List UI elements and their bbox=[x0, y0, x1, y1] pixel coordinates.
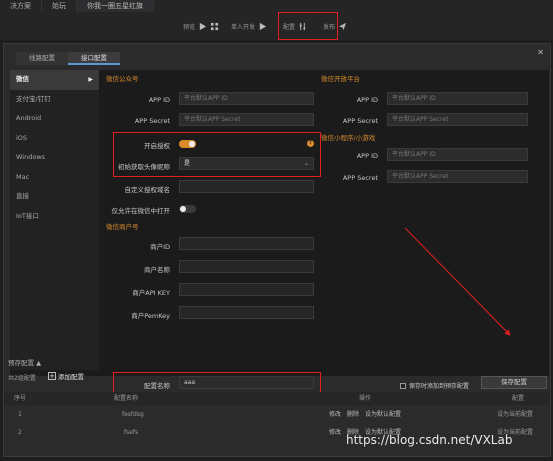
file-tabs: 决方案 始玩 你我一圈五星红旗 bbox=[0, 0, 154, 12]
pem-key-input[interactable] bbox=[179, 306, 314, 319]
sidebar-item-windows[interactable]: Windows bbox=[10, 148, 99, 168]
platform-sidebar: 微信 ▶ 支付宝/钉钉 Android iOS Windows Mac 直接 I… bbox=[10, 70, 99, 370]
add-config-button[interactable]: + 添加配置 bbox=[48, 371, 84, 381]
plus-icon: + bbox=[48, 372, 56, 380]
app-id-label: APP ID bbox=[356, 96, 378, 104]
open-app-secret-input[interactable]: 平台默认APP Secret bbox=[387, 113, 528, 126]
tab-interface-config[interactable]: 接口配置 bbox=[68, 52, 120, 65]
app-secret-input[interactable]: 平台默认APP Secret bbox=[179, 113, 314, 126]
domain-input[interactable] bbox=[179, 180, 314, 193]
merchant-id-label: 商户ID bbox=[150, 243, 170, 251]
tab-route-config[interactable]: 线路配置 bbox=[16, 52, 68, 65]
play-icon bbox=[259, 22, 267, 30]
mini-app-id-input[interactable]: 平台默认APP ID bbox=[387, 148, 528, 161]
col-config: 配置 bbox=[512, 395, 525, 402]
sidebar-item-mac[interactable]: Mac bbox=[10, 168, 99, 188]
sidebar-item-iot[interactable]: IoT接口 bbox=[10, 207, 99, 227]
col-action: 操作 bbox=[359, 395, 372, 402]
api-key-label: 商户API KEY bbox=[132, 289, 170, 297]
app-id-input[interactable]: 平台默认APP ID bbox=[179, 92, 314, 105]
delete-link[interactable]: 删除 bbox=[347, 411, 359, 418]
table-row: 1 fesfdsg 修改 删除 设为默认配置 设为当前配置 bbox=[4, 406, 550, 423]
col-index: 序号 bbox=[14, 395, 27, 402]
set-current-link[interactable]: 设为当前配置 bbox=[497, 406, 533, 423]
file-tab[interactable]: 你我一圈五星红旗 bbox=[77, 0, 154, 12]
row-name: fesfdsg bbox=[122, 411, 144, 418]
preset-count: 共2组配置 bbox=[8, 375, 36, 382]
pem-key-label: 商户PemKey bbox=[131, 312, 170, 320]
only-wechat-toggle[interactable] bbox=[179, 205, 196, 213]
play-icon bbox=[199, 22, 207, 30]
table-header: 序号 配置名称 操作 配置 bbox=[4, 392, 550, 405]
merchant-id-input[interactable] bbox=[179, 237, 314, 250]
wechat-open-form: 微信开放平台 APP ID 平台默认APP ID APP Secret 平台默认… bbox=[318, 70, 548, 190]
sidebar-item-label: 微信 bbox=[16, 75, 29, 83]
row-index: 1 bbox=[18, 411, 22, 418]
auth-highlight-box bbox=[113, 132, 321, 177]
app-secret-label: APP Secret bbox=[342, 117, 378, 125]
section-title: 微信开放平台 bbox=[321, 75, 360, 83]
dialog-tabs: 线路配置 接口配置 bbox=[16, 52, 120, 65]
add-config-label: 添加配置 bbox=[58, 373, 84, 381]
sidebar-item-direct[interactable]: 直接 bbox=[10, 187, 99, 207]
edit-link[interactable]: 修改 bbox=[329, 429, 341, 436]
dialog-content: 微信 ▶ 支付宝/钉钉 Android iOS Windows Mac 直接 I… bbox=[10, 70, 549, 376]
merchant-name-input[interactable] bbox=[179, 260, 314, 273]
caret-up-icon: ▲ bbox=[36, 359, 42, 367]
sidebar-item-wechat[interactable]: 微信 ▶ bbox=[10, 70, 99, 90]
run-mode-button[interactable]: 单人开发 bbox=[231, 22, 267, 31]
app-secret-label: APP Secret bbox=[342, 174, 378, 182]
preset-title-label: 预存配置 bbox=[8, 359, 34, 367]
section-title: 微信小程序/小游戏 bbox=[321, 134, 376, 142]
app-secret-label: APP Secret bbox=[134, 117, 170, 125]
file-tab[interactable]: 始玩 bbox=[42, 0, 77, 12]
close-icon[interactable]: ✕ bbox=[537, 48, 544, 57]
file-tab[interactable]: 决方案 bbox=[0, 0, 42, 12]
ide-topbar: 决方案 始玩 你我一圈五星红旗 预览 单人开发 配置 发布 bbox=[0, 0, 553, 40]
sidebar-item-alipay[interactable]: 支付宝/钉钉 bbox=[10, 90, 99, 110]
row-name: fsefs bbox=[124, 429, 139, 436]
merchant-name-label: 商户名称 bbox=[144, 266, 170, 274]
mini-app-secret-input[interactable]: 平台默认APP Secret bbox=[387, 170, 528, 183]
preset-title[interactable]: 预存配置 ▲ bbox=[8, 357, 41, 367]
sidebar-item-ios[interactable]: iOS bbox=[10, 129, 99, 149]
app-id-label: APP ID bbox=[148, 96, 170, 104]
col-name: 配置名称 bbox=[114, 395, 139, 402]
preview-button[interactable]: 预览 bbox=[183, 22, 219, 31]
app-id-label: APP ID bbox=[356, 152, 378, 160]
domain-label: 自定义授权域名 bbox=[124, 186, 171, 194]
sidebar-item-android[interactable]: Android bbox=[10, 109, 99, 129]
edit-link[interactable]: 修改 bbox=[329, 411, 341, 418]
open-app-id-input[interactable]: 平台默认APP ID bbox=[387, 92, 528, 105]
config-highlight-box bbox=[278, 12, 338, 40]
only-wechat-label: 仅允许在微信中打开 bbox=[111, 207, 171, 215]
wechat-public-form: 微信公众号 APP ID 平台默认APP ID APP Secret 平台默认A… bbox=[103, 70, 321, 370]
preview-label: 预览 bbox=[183, 23, 196, 31]
run-mode-label: 单人开发 bbox=[231, 23, 256, 31]
send-icon bbox=[338, 22, 347, 30]
api-key-input[interactable] bbox=[179, 283, 314, 296]
watermark: https://blog.csdn.net/VXLab bbox=[346, 433, 513, 447]
caret-right-icon: ▶ bbox=[88, 76, 93, 83]
set-default-link[interactable]: 设为默认配置 bbox=[365, 411, 401, 418]
grid-icon bbox=[210, 22, 219, 30]
row-index: 2 bbox=[18, 429, 22, 436]
section-title: 微信商户号 bbox=[106, 223, 139, 231]
section-title: 微信公众号 bbox=[106, 75, 139, 83]
